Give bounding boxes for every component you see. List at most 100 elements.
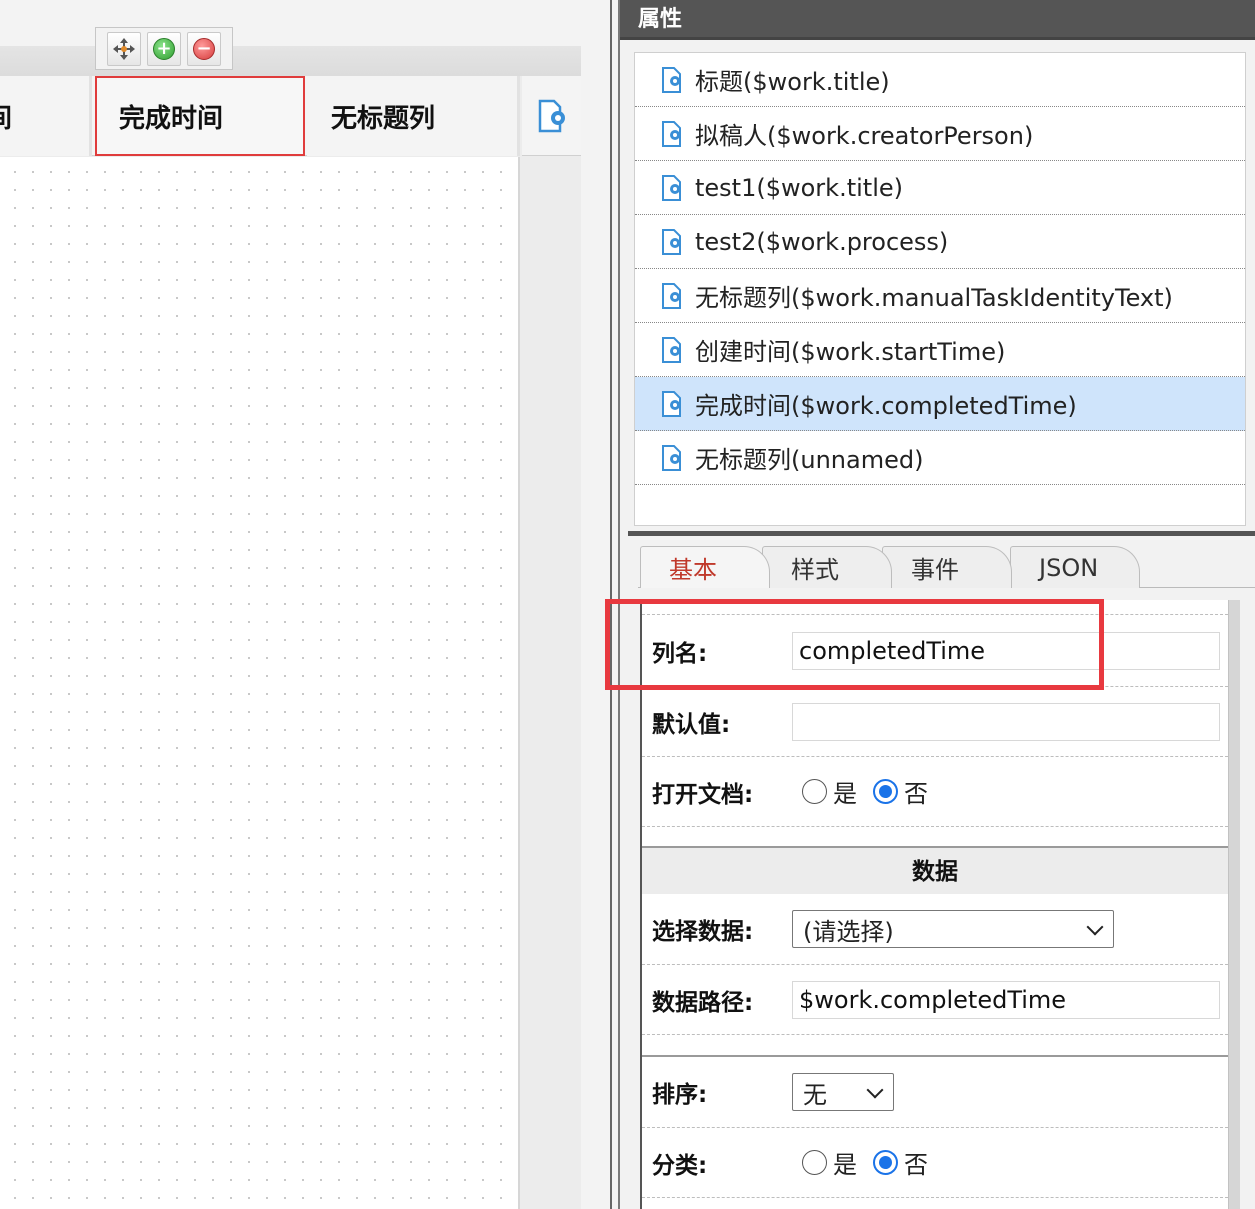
select-data-dropdown[interactable]: (请选择) bbox=[792, 910, 1114, 948]
property-tabs: JSON 事件 样式 基本 bbox=[638, 546, 1255, 588]
list-item-label: 创建时间($work.startTime) bbox=[695, 338, 1006, 366]
open-document-label: 打开文档: bbox=[652, 781, 754, 808]
column-toolbar: + − bbox=[95, 27, 233, 70]
category-yes[interactable]: 是 bbox=[802, 1145, 857, 1180]
tab-label: 基本 bbox=[669, 556, 717, 584]
data-path-row: 数据路径: $work.completedTime bbox=[642, 964, 1228, 1034]
list-item-label: test1($work.title) bbox=[695, 173, 903, 202]
column-title: 无标题列 bbox=[331, 103, 436, 134]
radio-no[interactable] bbox=[873, 1150, 898, 1175]
category-no[interactable]: 否 bbox=[873, 1145, 928, 1180]
list-item-label: test2($work.process) bbox=[695, 227, 949, 256]
canvas-gutter bbox=[581, 0, 612, 1209]
tab-basic[interactable]: 基本 bbox=[640, 546, 770, 588]
tab-json[interactable]: JSON bbox=[1010, 546, 1140, 588]
radio-no-label: 否 bbox=[904, 780, 928, 808]
column-document-icon bbox=[662, 174, 681, 201]
radio-yes[interactable] bbox=[802, 779, 827, 804]
select-data-row: 选择数据: (请选择) bbox=[642, 894, 1228, 964]
view-column-completed-time[interactable]: 完成时间 bbox=[95, 76, 305, 156]
row-spacer bbox=[642, 1197, 1228, 1209]
list-item-label: 无标题列(unnamed) bbox=[695, 446, 924, 474]
form-scrollbar[interactable] bbox=[1228, 600, 1240, 1209]
default-value-row: 默认值: bbox=[642, 686, 1228, 756]
remove-circle-icon: − bbox=[193, 37, 215, 60]
sort-label: 排序: bbox=[652, 1082, 708, 1108]
column-name-row: 列名: completedTime bbox=[642, 614, 1228, 686]
select-data-value: (请选择) bbox=[803, 917, 894, 946]
canvas-top-band bbox=[0, 0, 612, 46]
default-value-input[interactable] bbox=[792, 702, 1220, 741]
row-spacer bbox=[642, 1034, 1228, 1054]
list-item-label: 拟稿人($work.creatorPerson) bbox=[695, 122, 1034, 150]
column-document-icon bbox=[662, 390, 681, 417]
properties-panel: 属性 标题($work.title) 拟稿人($work.creatorPers… bbox=[620, 0, 1255, 1209]
column-name-input[interactable]: completedTime bbox=[792, 631, 1220, 670]
sort-row: 排序: 无 bbox=[642, 1057, 1228, 1127]
chevron-down-icon bbox=[866, 1081, 884, 1099]
view-column-prev[interactable]: 间 bbox=[0, 76, 92, 156]
view-design-canvas: + − 间 完成时间 无标题列 bbox=[0, 0, 612, 1209]
column-document-icon bbox=[662, 120, 681, 147]
list-item[interactable]: 拟稿人($work.creatorPerson) bbox=[635, 107, 1245, 161]
sort-value: 无 bbox=[803, 1080, 827, 1109]
view-column-untitled[interactable]: 无标题列 bbox=[307, 76, 520, 156]
list-item[interactable]: test2($work.process) bbox=[635, 215, 1245, 269]
list-item[interactable]: 无标题列(unnamed) bbox=[635, 431, 1245, 485]
column-document-icon bbox=[662, 228, 681, 255]
default-value-label: 默认值: bbox=[652, 711, 731, 738]
radio-yes-label: 是 bbox=[833, 780, 857, 808]
list-item[interactable]: 创建时间($work.startTime) bbox=[635, 323, 1245, 377]
list-item-label: 完成时间($work.completedTime) bbox=[695, 392, 1077, 420]
radio-no[interactable] bbox=[873, 779, 898, 804]
add-column-area[interactable] bbox=[522, 76, 581, 156]
add-document-icon bbox=[538, 99, 565, 132]
column-document-icon bbox=[662, 336, 681, 363]
open-document-radio-group: 是 否 bbox=[802, 774, 944, 809]
open-document-yes[interactable]: 是 bbox=[802, 774, 857, 809]
view-grid-area[interactable] bbox=[0, 157, 520, 1209]
radio-yes-label: 是 bbox=[833, 1151, 857, 1179]
list-form-separator[interactable] bbox=[628, 531, 1255, 536]
data-path-label: 数据路径: bbox=[652, 989, 754, 1016]
category-label: 分类: bbox=[652, 1152, 708, 1179]
tab-label: 样式 bbox=[791, 556, 839, 584]
column-name-label: 列名: bbox=[652, 640, 708, 667]
column-title: 完成时间 bbox=[119, 103, 224, 134]
radio-yes[interactable] bbox=[802, 1150, 827, 1175]
panel-splitter[interactable] bbox=[610, 0, 620, 1209]
tab-events[interactable]: 事件 bbox=[882, 546, 1012, 588]
canvas-side-strip bbox=[522, 157, 581, 1209]
list-item-label: 无标题列($work.manualTaskIdentityText) bbox=[695, 284, 1173, 312]
chevron-down-icon bbox=[1086, 918, 1104, 936]
column-document-icon bbox=[662, 66, 681, 93]
property-form: 列名: completedTime 默认值: 打开文档: 是 否 数据 选择数据… bbox=[640, 600, 1228, 1209]
add-circle-icon: + bbox=[153, 37, 175, 60]
column-title: 间 bbox=[0, 98, 12, 135]
view-column-header: 间 完成时间 无标题列 bbox=[0, 76, 520, 156]
open-document-no[interactable]: 否 bbox=[873, 774, 928, 809]
category-radio-group: 是 否 bbox=[802, 1145, 944, 1180]
tab-label: 事件 bbox=[911, 556, 959, 584]
list-item[interactable]: test1($work.title) bbox=[635, 161, 1245, 215]
move-column-button[interactable] bbox=[107, 31, 141, 66]
list-item-selected[interactable]: 完成时间($work.completedTime) bbox=[635, 377, 1245, 431]
row-spacer bbox=[642, 826, 1228, 846]
column-document-icon bbox=[662, 444, 681, 471]
list-item-label: 标题($work.title) bbox=[695, 68, 890, 96]
canvas-top-band-lower bbox=[0, 46, 612, 76]
tab-style[interactable]: 样式 bbox=[762, 546, 892, 588]
data-path-input[interactable]: $work.completedTime bbox=[792, 980, 1220, 1019]
add-column-button[interactable]: + bbox=[147, 31, 181, 66]
radio-no-label: 否 bbox=[904, 1151, 928, 1179]
panel-title: 属性 bbox=[620, 0, 1255, 40]
sort-dropdown[interactable]: 无 bbox=[792, 1073, 894, 1111]
data-section-title: 数据 bbox=[642, 846, 1228, 894]
select-data-label: 选择数据: bbox=[652, 919, 754, 945]
column-list: 标题($work.title) 拟稿人($work.creatorPerson)… bbox=[634, 52, 1246, 526]
remove-column-button[interactable]: − bbox=[187, 31, 221, 66]
list-item[interactable]: 标题($work.title) bbox=[635, 53, 1245, 107]
list-item[interactable]: 无标题列($work.manualTaskIdentityText) bbox=[635, 269, 1245, 323]
open-document-row: 打开文档: 是 否 bbox=[642, 756, 1228, 826]
category-row: 分类: 是 否 bbox=[642, 1127, 1228, 1197]
